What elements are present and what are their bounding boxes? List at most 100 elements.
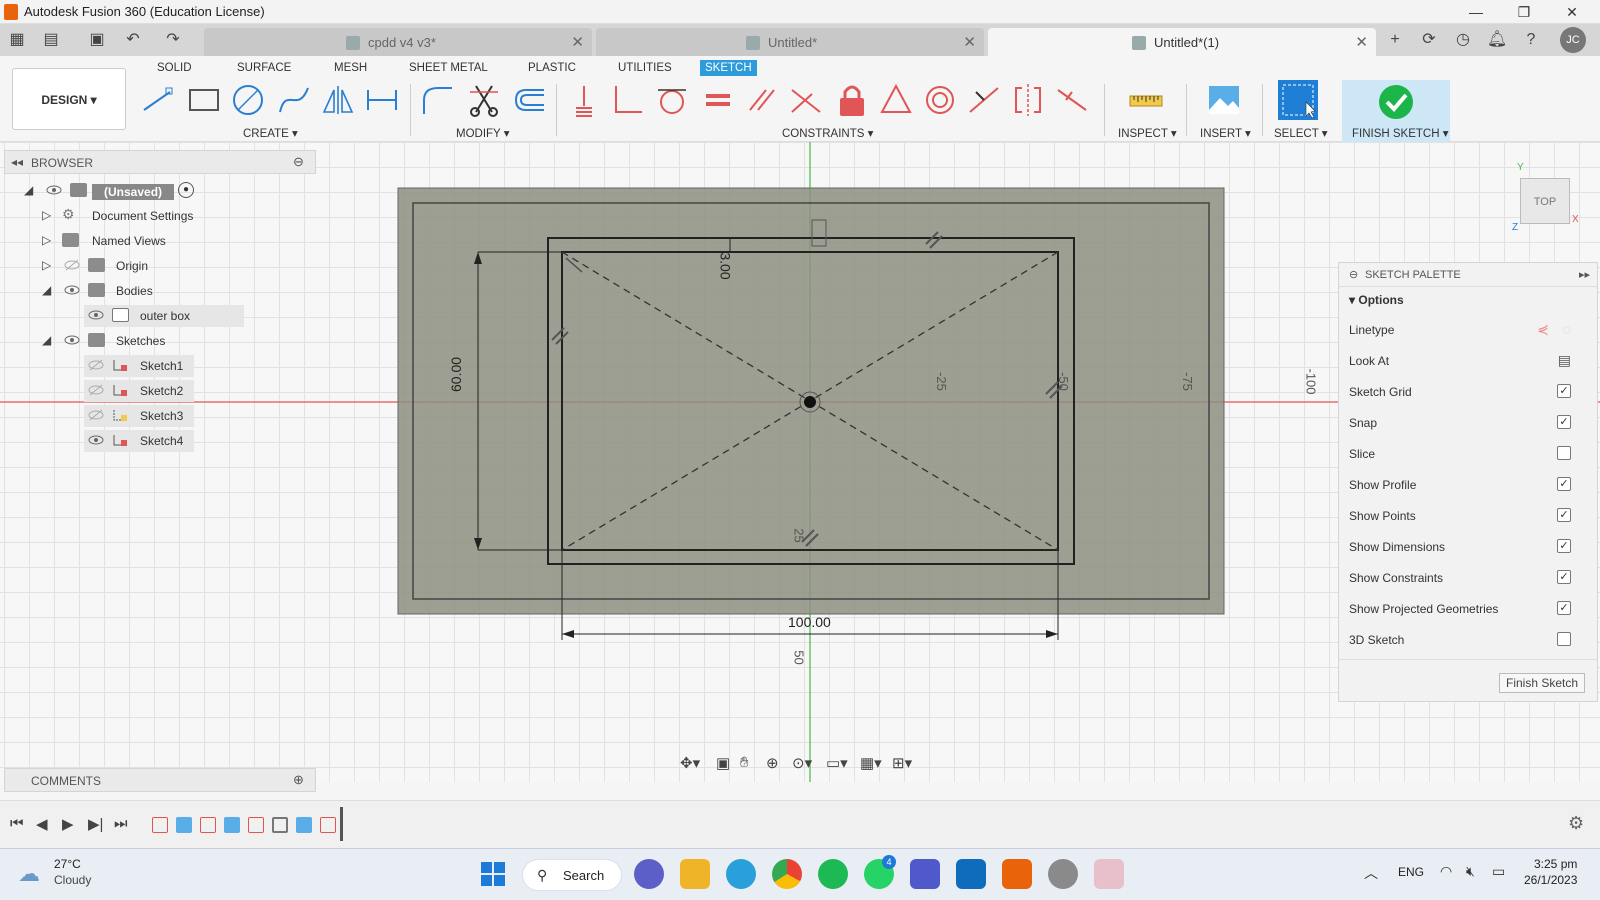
select-tool-icon[interactable]	[1278, 80, 1318, 120]
line-tool-icon[interactable]	[140, 82, 176, 118]
3d-sketch-checkbox[interactable]	[1557, 632, 1571, 646]
chat-app-icon[interactable]	[634, 859, 664, 889]
options-section[interactable]: ▾ Options	[1349, 293, 1404, 307]
activate-radio-icon[interactable]: ●	[178, 182, 194, 198]
timeline-next-icon[interactable]: ▶︎|	[88, 815, 103, 833]
extensions-icon[interactable]: ⟳	[1418, 29, 1440, 51]
language-indicator[interactable]: ENG	[1398, 865, 1424, 879]
help-icon[interactable]: ?	[1520, 29, 1542, 51]
file-explorer-icon[interactable]	[680, 859, 710, 889]
linetype-centerline-icon[interactable]: ◌	[1563, 321, 1571, 337]
visibility-eye-icon[interactable]	[88, 433, 104, 447]
select-menu[interactable]: SELECT ▾	[1274, 126, 1328, 140]
collapse-panel-icon[interactable]: ◂◂	[11, 155, 23, 169]
equal-constraint-icon[interactable]	[700, 82, 736, 118]
triangle-constraint-icon[interactable]	[878, 82, 914, 118]
create-menu[interactable]: CREATE ▾	[243, 126, 298, 140]
teams-icon[interactable]	[910, 859, 940, 889]
workspace-switcher[interactable]: DESIGN ▾	[12, 68, 126, 130]
telegram-icon[interactable]	[726, 859, 756, 889]
browser-item-bodies[interactable]: ◢ Bodies	[42, 280, 242, 302]
concentric-constraint-icon[interactable]	[922, 82, 958, 118]
tab-mesh[interactable]: MESH	[329, 60, 372, 76]
dimension-small-label[interactable]: 3.00	[718, 252, 734, 279]
timeline-sketch-icon[interactable]	[152, 817, 168, 833]
expanded-arrow-icon[interactable]: ◢	[24, 183, 33, 197]
app-grid-icon[interactable]: ▦	[6, 29, 28, 51]
tab-sheet-metal[interactable]: SHEET METAL	[404, 60, 493, 76]
show-profile-checkbox[interactable]: ✓	[1557, 477, 1571, 491]
symmetry-constraint-icon[interactable]	[1010, 82, 1046, 118]
close-tab-icon[interactable]: ✕	[571, 33, 584, 51]
palette-expand-icon[interactable]: ▸▸	[1579, 268, 1590, 281]
tab-untitled-1[interactable]: Untitled*(1) ✕	[988, 28, 1376, 56]
trim-tool-icon[interactable]	[466, 82, 502, 118]
curvature-constraint-icon[interactable]	[1054, 82, 1090, 118]
collinear-constraint-icon[interactable]	[788, 82, 824, 118]
insert-image-icon[interactable]	[1206, 82, 1242, 118]
fillet-tool-icon[interactable]	[420, 82, 456, 118]
redo-icon[interactable]: ↷	[162, 29, 184, 51]
timeline-extrude-icon[interactable]	[296, 817, 312, 833]
windows-start-icon[interactable]	[478, 859, 508, 889]
viewcube[interactable]: TOP	[1520, 178, 1570, 224]
new-tab-icon[interactable]: +	[1384, 29, 1406, 51]
timeline-sketch-icon[interactable]	[320, 817, 336, 833]
close-window-button[interactable]: ✕	[1552, 2, 1592, 22]
display-settings-icon[interactable]: ▭▾	[826, 754, 848, 772]
undo-icon[interactable]: ↶	[122, 29, 144, 51]
taskbar-search[interactable]: ⚲ Search	[522, 859, 622, 891]
volume-muted-icon[interactable]: 🔇︎	[1466, 863, 1475, 880]
look-at-icon[interactable]: ▣	[716, 754, 730, 772]
finish-sketch-button[interactable]: FINISH SKETCH ▾	[1352, 126, 1449, 140]
visibility-eye-icon[interactable]	[64, 333, 80, 347]
show-dimensions-checkbox[interactable]: ✓	[1557, 539, 1571, 553]
maximize-button[interactable]: ❐	[1504, 2, 1544, 22]
timeline-play-icon[interactable]: ▶	[62, 815, 74, 833]
battery-icon[interactable]: ▭	[1492, 863, 1505, 880]
weather-temp[interactable]: 27°C	[54, 857, 81, 871]
pan-icon[interactable]: ✋︎	[740, 754, 749, 771]
browser-item-sketch2[interactable]: Sketch2	[84, 380, 194, 402]
tangent-constraint-icon[interactable]	[654, 82, 690, 118]
settings-gear-icon[interactable]	[1048, 859, 1078, 889]
fusion-taskbar-icon[interactable]	[1002, 859, 1032, 889]
tab-untitled[interactable]: Untitled* ✕	[596, 28, 984, 56]
modify-menu[interactable]: MODIFY ▾	[456, 126, 509, 140]
timeline-settings-gear-icon[interactable]: ⚙	[1568, 813, 1584, 834]
tab-sketch[interactable]: SKETCH	[700, 60, 757, 76]
look-at-icon[interactable]: ▤	[1558, 352, 1571, 369]
inspect-menu[interactable]: INSPECT ▾	[1118, 126, 1177, 140]
notifications-icon[interactable]: 🔔︎	[1486, 29, 1508, 51]
slice-checkbox[interactable]	[1557, 446, 1571, 460]
show-points-checkbox[interactable]: ✓	[1557, 508, 1571, 522]
outlook-icon[interactable]	[956, 859, 986, 889]
hidden-eye-icon[interactable]	[88, 408, 104, 422]
dimension-tool-icon[interactable]	[364, 82, 400, 118]
dimension-width-label[interactable]: 100.00	[788, 614, 831, 630]
timeline-sketch-icon[interactable]	[248, 817, 264, 833]
timeline-extrude-icon[interactable]	[224, 817, 240, 833]
zoom-icon[interactable]: ⊕	[766, 754, 779, 772]
tab-utilities[interactable]: UTILITIES	[613, 60, 677, 76]
browser-item-outer-box[interactable]: outer box	[84, 305, 244, 327]
snipping-tool-icon[interactable]	[1094, 859, 1124, 889]
browser-item-sketch3[interactable]: Sketch3	[84, 405, 194, 427]
visibility-eye-icon[interactable]	[46, 183, 62, 197]
timeline-shell-icon[interactable]	[272, 817, 288, 833]
tab-plastic[interactable]: PLASTIC	[523, 60, 581, 76]
browser-item-sketches[interactable]: ◢ Sketches	[42, 330, 242, 352]
show-projected-checkbox[interactable]: ✓	[1557, 601, 1571, 615]
midpoint-constraint-icon[interactable]	[966, 82, 1002, 118]
browser-item-origin[interactable]: ▷ Origin	[42, 255, 242, 277]
grid-settings-icon[interactable]: ▦▾	[860, 754, 882, 772]
browser-item-sketch1[interactable]: Sketch1	[84, 355, 194, 377]
clock-date[interactable]: 26/1/2023	[1524, 873, 1577, 887]
tab-cpdd[interactable]: cpdd v4 v3* ✕	[204, 28, 592, 56]
fit-icon[interactable]: ⊙▾	[792, 754, 812, 772]
tab-solid[interactable]: SOLID	[152, 60, 197, 76]
fix-constraint-icon[interactable]	[834, 82, 870, 118]
insert-menu[interactable]: INSERT ▾	[1200, 126, 1251, 140]
constraints-menu[interactable]: CONSTRAINTS ▾	[782, 126, 873, 140]
rectangle-tool-icon[interactable]	[186, 82, 222, 118]
